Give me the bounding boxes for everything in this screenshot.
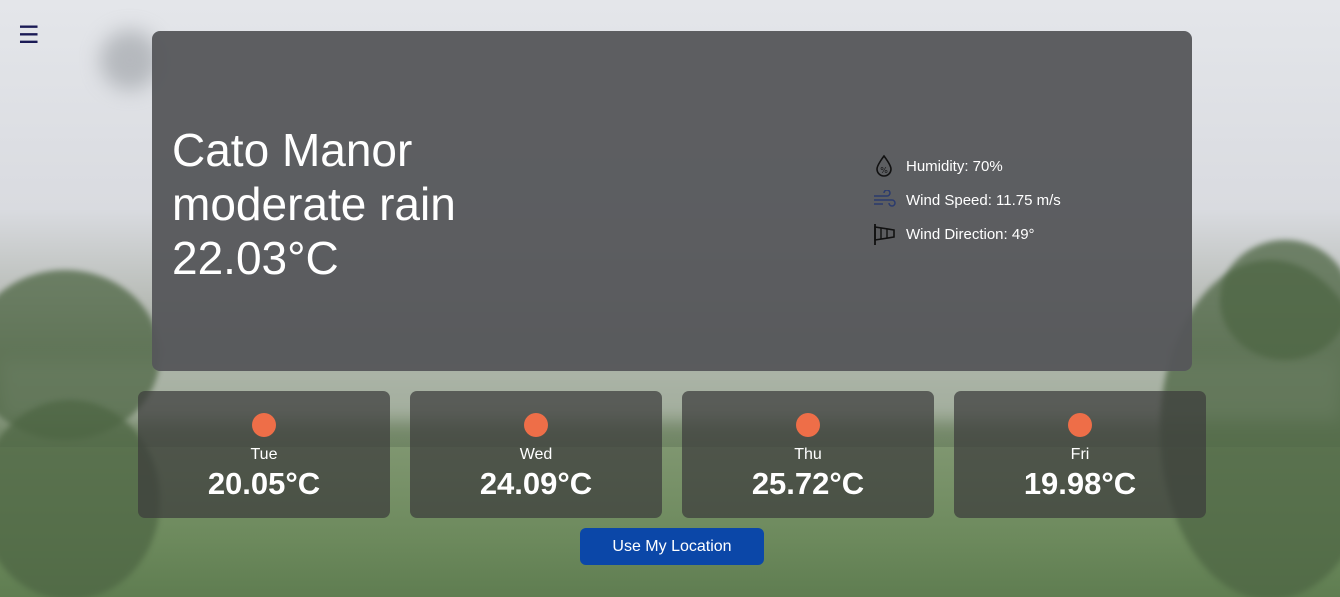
windsock-icon <box>872 222 896 246</box>
weather-details: % Humidity: 70% Wind Speed: 11.75 m/s Wi… <box>872 149 1061 251</box>
sun-icon <box>524 413 548 437</box>
forecast-temp: 20.05°C <box>207 466 321 501</box>
humidity-text: Humidity: 70% <box>906 157 1003 175</box>
current-temperature: 22.03°C <box>172 232 339 284</box>
sun-icon <box>796 413 820 437</box>
forecast-card-tue: Tue 20.05°C <box>138 391 390 518</box>
humidity-row: % Humidity: 70% <box>872 149 1061 183</box>
forecast-day: Wed <box>519 446 553 463</box>
sun-icon <box>252 413 276 437</box>
wind-direction-text: Wind Direction: 49° <box>906 225 1035 243</box>
forecast-day: Fri <box>1070 446 1090 463</box>
forecast-card-fri: Fri 19.98°C <box>954 391 1206 518</box>
svg-text:%: % <box>880 166 888 175</box>
forecast-temp: 25.72°C <box>751 466 865 501</box>
wind-speed-row: Wind Speed: 11.75 m/s <box>872 183 1061 217</box>
forecast-day: Thu <box>794 446 822 463</box>
weather-description: moderate rain <box>172 178 456 230</box>
forecast-card-wed: Wed 24.09°C <box>410 391 662 518</box>
current-weather-card: Cato Manor moderate rain 22.03°C % Humid… <box>152 31 1192 371</box>
forecast-temp: 19.98°C <box>1023 466 1137 501</box>
humidity-icon: % <box>872 154 896 178</box>
forecast-card-thu: Thu 25.72°C <box>682 391 934 518</box>
sun-icon <box>1068 413 1092 437</box>
hamburger-menu-icon: ☰ <box>18 21 40 49</box>
current-summary: Cato Manor moderate rain 22.03°C <box>172 123 456 285</box>
wind-icon <box>872 188 896 212</box>
use-my-location-button[interactable]: Use My Location <box>580 528 764 565</box>
city-name: Cato Manor <box>172 124 413 176</box>
wind-speed-text: Wind Speed: 11.75 m/s <box>906 191 1061 209</box>
forecast-list: Tue 20.05°C Wed 24.09°C Thu 25.72°C Fri … <box>138 391 1206 518</box>
forecast-day: Tue <box>250 446 278 463</box>
wind-direction-row: Wind Direction: 49° <box>872 217 1061 251</box>
menu-button[interactable]: ☰ <box>18 21 40 49</box>
forecast-temp: 24.09°C <box>479 466 593 501</box>
